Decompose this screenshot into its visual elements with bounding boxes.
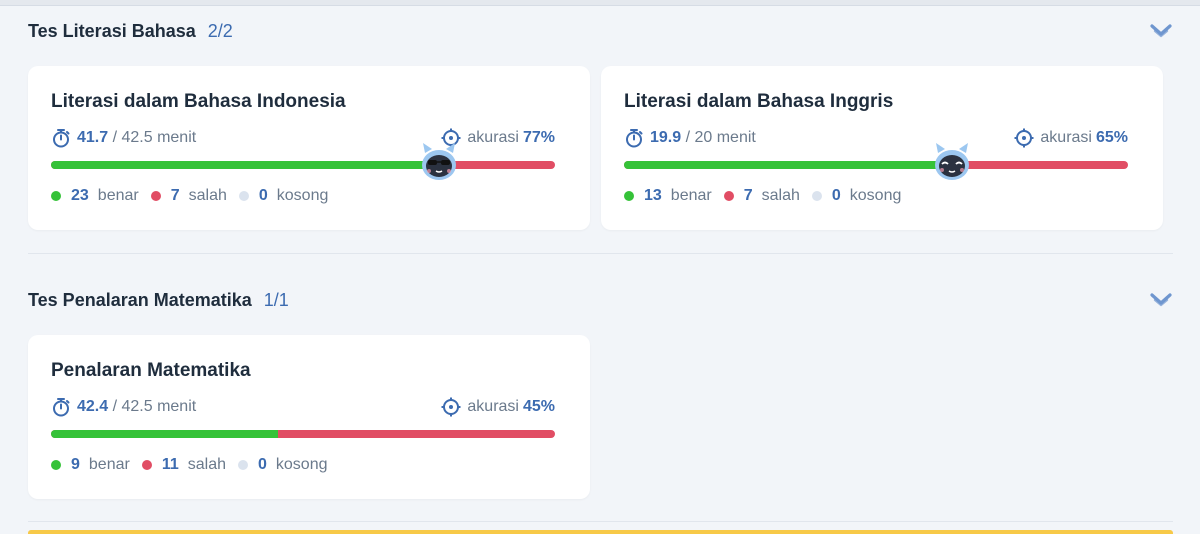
wrong-label: salah (187, 456, 226, 473)
time-total: / 42.5 menit (112, 398, 197, 415)
legend-wrong: 11 salah (141, 456, 226, 474)
section-title: Tes Literasi Bahasa (28, 20, 196, 41)
correct-dot (51, 460, 61, 470)
section-count: 2/2 (207, 20, 233, 41)
correct-count: 23 (71, 187, 89, 204)
section-header-literasi[interactable]: Tes Literasi Bahasa 2/2 (28, 11, 1173, 51)
time-total: / 42.5 menit (112, 129, 197, 146)
legend-wrong: 7 salah (150, 187, 227, 205)
wrong-count: 7 (743, 187, 753, 204)
correct-count: 13 (644, 187, 662, 204)
empty-label: kosong (276, 187, 329, 204)
time-total: / 20 menit (685, 129, 756, 146)
card-title: Literasi dalam Bahasa Inggris (624, 91, 894, 112)
time-row: 19.9 / 20 menit (624, 127, 756, 149)
empty-label: kosong (849, 187, 902, 204)
accuracy-bar (51, 143, 555, 180)
time-used: 42.4 (77, 398, 109, 415)
correct-dot (624, 191, 634, 201)
accuracy-bar-fill (624, 161, 952, 169)
time-row: 42.4 / 42.5 menit (51, 396, 196, 418)
result-card-literasi-inggris[interactable]: Literasi dalam Bahasa Inggris 19.9 / 20 … (601, 66, 1163, 230)
answer-legend: 9 benar 11 salah 0 kosong (51, 454, 340, 476)
time-row: 41.7 / 42.5 menit (51, 127, 196, 149)
section-header-matematika[interactable]: Tes Penalaran Matematika 1/1 (28, 280, 1173, 320)
section-count: 1/1 (263, 289, 289, 310)
top-border (0, 0, 1200, 6)
accuracy-bar (51, 430, 555, 438)
accuracy-label: akurasi (467, 129, 519, 146)
time-used: 19.9 (650, 129, 682, 146)
empty-dot (238, 191, 249, 201)
accuracy-row: akurasi 45% (441, 396, 555, 418)
wrong-dot (723, 191, 734, 201)
chevron-down-icon[interactable] (1149, 21, 1173, 41)
accuracy-bar-fill (51, 430, 278, 438)
wrong-count: 11 (161, 456, 179, 473)
target-icon (441, 397, 461, 417)
legend-correct: 23 benar (51, 187, 139, 205)
correct-label: benar (97, 187, 139, 204)
stopwatch-icon (53, 129, 70, 148)
answer-legend: 13 benar 7 salah 0 kosong (624, 185, 913, 207)
empty-count: 0 (831, 187, 841, 204)
legend-empty: 0 kosong (238, 187, 329, 205)
wrong-label: salah (188, 187, 227, 204)
accuracy-bar (624, 143, 1128, 180)
empty-dot (811, 191, 822, 201)
stopwatch-icon (626, 129, 643, 148)
target-icon (1014, 128, 1034, 148)
accuracy-value: 65% (1095, 129, 1128, 146)
answer-legend: 23 benar 7 salah 0 kosong (51, 185, 340, 207)
correct-label: benar (670, 187, 712, 204)
legend-wrong: 7 salah (723, 187, 800, 205)
time-used: 41.7 (77, 129, 109, 146)
stopwatch-icon (53, 398, 70, 417)
accuracy-label: akurasi (467, 398, 519, 415)
accuracy-bar-fill (51, 161, 440, 169)
result-card-literasi-indonesia[interactable]: Literasi dalam Bahasa Indonesia 41.7 / 4… (28, 66, 590, 230)
empty-dot (238, 460, 248, 470)
accuracy-row: akurasi 65% (1014, 127, 1128, 149)
correct-dot (51, 191, 61, 201)
card-title: Literasi dalam Bahasa Indonesia (51, 91, 346, 112)
empty-label: kosong (275, 456, 328, 473)
section-divider (28, 253, 1173, 254)
section-divider (28, 521, 1173, 522)
legend-empty: 0 kosong (811, 187, 902, 205)
wrong-count: 7 (170, 187, 180, 204)
legend-correct: 9 benar (51, 456, 130, 474)
section-title: Tes Penalaran Matematika (28, 289, 252, 310)
legend-empty: 0 kosong (238, 456, 328, 474)
accuracy-value: 77% (522, 129, 555, 146)
chevron-down-icon[interactable] (1149, 290, 1173, 310)
card-title: Penalaran Matematika (51, 360, 251, 381)
correct-count: 9 (71, 456, 80, 473)
empty-count: 0 (258, 456, 267, 473)
mascot-icon (934, 143, 969, 180)
accuracy-value: 45% (522, 398, 555, 415)
mascot-icon (422, 143, 457, 180)
correct-label: benar (88, 456, 130, 473)
legend-correct: 13 benar (624, 187, 712, 205)
wrong-dot (150, 191, 161, 201)
empty-count: 0 (258, 187, 268, 204)
accuracy-label: akurasi (1040, 129, 1092, 146)
wrong-label: salah (761, 187, 800, 204)
result-card-penalaran-matematika[interactable]: Penalaran Matematika 42.4 / 42.5 menit a… (28, 335, 590, 499)
next-section-banner[interactable] (28, 530, 1173, 534)
wrong-dot (141, 460, 152, 470)
